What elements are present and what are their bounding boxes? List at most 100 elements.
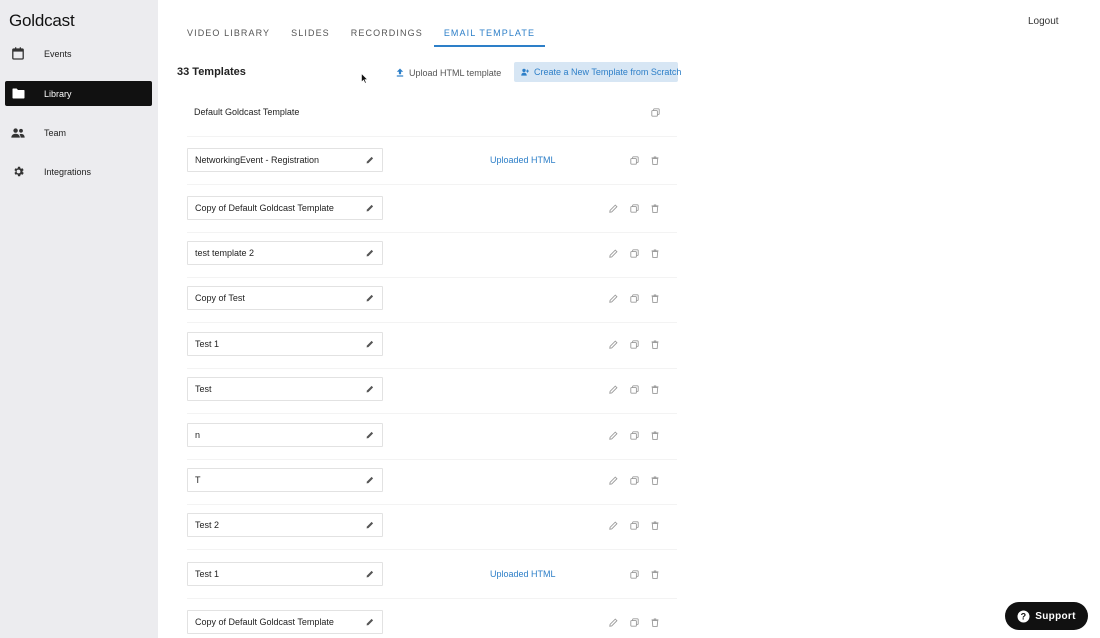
duplicate-template-icon[interactable]: [629, 569, 639, 579]
delete-template-icon[interactable]: [650, 569, 660, 579]
template-name-field[interactable]: test template 2: [187, 241, 383, 265]
edit-template-icon[interactable]: [608, 520, 618, 530]
svg-text:?: ?: [1021, 611, 1027, 621]
delete-template-icon[interactable]: [650, 430, 660, 440]
row-divider: [187, 598, 677, 599]
calendar-icon: [11, 47, 25, 61]
support-label: Support: [1035, 610, 1076, 622]
duplicate-template-icon[interactable]: [629, 293, 639, 303]
template-name: n: [195, 430, 201, 440]
gear-icon: [11, 165, 25, 179]
template-row: Default Goldcast Template: [187, 100, 677, 126]
template-name: Test 1: [195, 569, 220, 579]
sidebar-item-library[interactable]: Library: [5, 81, 152, 106]
duplicate-template-icon[interactable]: [629, 384, 639, 394]
template-row: Test: [187, 377, 677, 403]
brand-logo-text: Goldcast: [9, 11, 75, 30]
template-list: Default Goldcast Template NetworkingEvent…: [187, 0, 677, 638]
template-type-tag: Uploaded HTML: [490, 569, 556, 579]
rename-pencil-icon[interactable]: [365, 475, 375, 485]
edit-template-icon[interactable]: [608, 430, 618, 440]
row-divider: [187, 413, 677, 414]
delete-template-icon[interactable]: [650, 293, 660, 303]
template-name-field[interactable]: Copy of Default Goldcast Template: [187, 610, 383, 634]
edit-template-icon[interactable]: [608, 339, 618, 349]
edit-template-icon[interactable]: [608, 203, 618, 213]
template-name: Copy of Test: [195, 293, 245, 303]
delete-template-icon[interactable]: [650, 248, 660, 258]
logout-link[interactable]: Logout: [1028, 16, 1059, 27]
template-name-field[interactable]: Copy of Default Goldcast Template: [187, 196, 383, 220]
people-icon: [11, 126, 25, 140]
rename-pencil-icon[interactable]: [365, 339, 375, 349]
template-name-field[interactable]: NetworkingEvent - Registration: [187, 148, 383, 172]
template-name-field[interactable]: Test 2: [187, 513, 383, 537]
sidebar-item-label: Library: [44, 88, 72, 99]
delete-template-icon[interactable]: [650, 475, 660, 485]
template-name: T: [195, 475, 201, 485]
duplicate-template-icon[interactable]: [629, 520, 639, 530]
duplicate-template-icon[interactable]: [629, 155, 639, 165]
duplicate-template-icon[interactable]: [629, 475, 639, 485]
edit-template-icon[interactable]: [608, 384, 618, 394]
rename-pencil-icon[interactable]: [365, 248, 375, 258]
template-row: test template 2: [187, 241, 677, 267]
rename-pencil-icon[interactable]: [365, 155, 375, 165]
delete-template-icon[interactable]: [650, 384, 660, 394]
sidebar-item-integrations[interactable]: Integrations: [5, 159, 152, 184]
sidebar-item-team[interactable]: Team: [5, 120, 152, 145]
template-name-field[interactable]: Test 1: [187, 562, 383, 586]
duplicate-template-icon[interactable]: [629, 248, 639, 258]
sidebar: Goldcast Events Library Team Integration…: [0, 0, 158, 638]
folder-icon: [11, 87, 25, 101]
rename-pencil-icon[interactable]: [365, 569, 375, 579]
template-row: Copy of Default Goldcast Template: [187, 196, 677, 222]
sidebar-item-events[interactable]: Events: [5, 41, 152, 66]
template-name-field[interactable]: Copy of Test: [187, 286, 383, 310]
rename-pencil-icon[interactable]: [365, 293, 375, 303]
duplicate-template-icon[interactable]: [650, 107, 660, 117]
template-name: Copy of Default Goldcast Template: [195, 617, 334, 627]
template-name: test template 2: [195, 248, 255, 258]
rename-pencil-icon[interactable]: [365, 203, 375, 213]
duplicate-template-icon[interactable]: [629, 339, 639, 349]
template-name: Default Goldcast Template: [194, 107, 300, 117]
template-row: Test 2: [187, 513, 677, 539]
delete-template-icon[interactable]: [650, 520, 660, 530]
edit-template-icon[interactable]: [608, 475, 618, 485]
template-row: n: [187, 423, 677, 449]
row-divider: [187, 322, 677, 323]
template-name: NetworkingEvent - Registration: [195, 155, 320, 165]
edit-template-icon[interactable]: [608, 617, 618, 627]
delete-template-icon[interactable]: [650, 155, 660, 165]
rename-pencil-icon[interactable]: [365, 430, 375, 440]
delete-template-icon[interactable]: [650, 203, 660, 213]
duplicate-template-icon[interactable]: [629, 430, 639, 440]
row-divider: [187, 136, 677, 137]
delete-template-icon[interactable]: [650, 617, 660, 627]
row-divider: [187, 277, 677, 278]
template-name-field[interactable]: T: [187, 468, 383, 492]
template-name-field[interactable]: Test: [187, 377, 383, 401]
template-name-field[interactable]: Test 1: [187, 332, 383, 356]
template-type-tag: Uploaded HTML: [490, 155, 556, 165]
support-button[interactable]: ? Support: [1005, 602, 1088, 630]
edit-template-icon[interactable]: [608, 248, 618, 258]
help-icon: ?: [1017, 610, 1030, 623]
template-name-field[interactable]: n: [187, 423, 383, 447]
rename-pencil-icon[interactable]: [365, 617, 375, 627]
row-divider: [187, 368, 677, 369]
template-name: Test 2: [195, 520, 220, 530]
main-content: VIDEO LIBRARY SLIDES RECORDINGS EMAIL TE…: [158, 0, 1100, 638]
rename-pencil-icon[interactable]: [365, 384, 375, 394]
template-row: Copy of Test: [187, 286, 677, 312]
template-name: Test 1: [195, 339, 220, 349]
edit-template-icon[interactable]: [608, 293, 618, 303]
row-divider: [187, 549, 677, 550]
template-row: Copy of Default Goldcast Template: [187, 610, 677, 636]
rename-pencil-icon[interactable]: [365, 520, 375, 530]
delete-template-icon[interactable]: [650, 339, 660, 349]
template-name-field: Default Goldcast Template: [187, 100, 383, 124]
duplicate-template-icon[interactable]: [629, 617, 639, 627]
duplicate-template-icon[interactable]: [629, 203, 639, 213]
